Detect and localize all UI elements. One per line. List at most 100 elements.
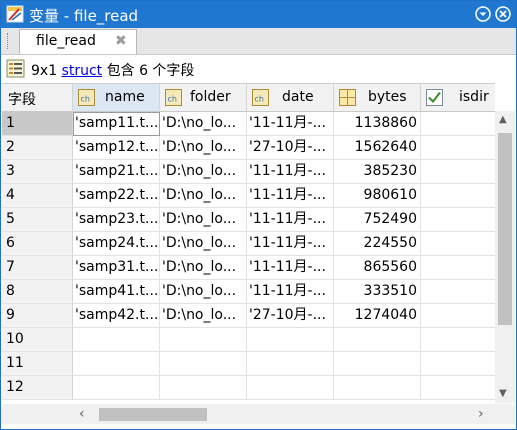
- cell-bytes[interactable]: [334, 376, 421, 400]
- title-bar: 变量 - file_read: [1, 1, 516, 28]
- row-header[interactable]: 7: [2, 256, 73, 280]
- cell-date[interactable]: '27-10月-...: [247, 136, 334, 160]
- cell-bytes[interactable]: 752490: [334, 208, 421, 232]
- row-header[interactable]: 3: [2, 160, 73, 184]
- cell-folder[interactable]: [160, 376, 247, 400]
- cell-name[interactable]: [73, 328, 160, 352]
- cell-folder[interactable]: 'D:\no_lo...: [160, 304, 247, 328]
- scroll-left-icon[interactable]: ‹: [79, 406, 85, 422]
- column-header-bytes[interactable]: bytes: [334, 84, 421, 112]
- column-header-folder[interactable]: ch folder: [160, 84, 247, 112]
- close-icon[interactable]: [495, 6, 511, 22]
- row-header[interactable]: 4: [2, 184, 73, 208]
- column-header-isdir[interactable]: isdir: [421, 84, 495, 112]
- cell-date[interactable]: [247, 352, 334, 376]
- cell-isdir[interactable]: [421, 304, 495, 328]
- cell-folder[interactable]: 'D:\no_lo...: [160, 280, 247, 304]
- cell-date[interactable]: '11-11月-...: [247, 112, 334, 136]
- row-header[interactable]: 9: [2, 304, 73, 328]
- cell-folder[interactable]: [160, 352, 247, 376]
- cell-name[interactable]: 'samp41.t...: [73, 280, 160, 304]
- scroll-right-icon[interactable]: ›: [478, 406, 484, 422]
- cell-name[interactable]: 'samp12.t...: [73, 136, 160, 160]
- cell-date[interactable]: '11-11月-...: [247, 184, 334, 208]
- cell-folder[interactable]: 'D:\no_lo...: [160, 112, 247, 136]
- cell-bytes[interactable]: [334, 328, 421, 352]
- cell-date[interactable]: '11-11月-...: [247, 256, 334, 280]
- column-label: bytes: [368, 89, 407, 105]
- row-header[interactable]: 2: [2, 136, 73, 160]
- row-header[interactable]: 11: [2, 352, 73, 376]
- cell-bytes[interactable]: 1562640: [334, 136, 421, 160]
- cell-isdir[interactable]: [421, 280, 495, 304]
- row-header[interactable]: 1: [2, 112, 73, 136]
- field-count: 包含 6 个字段: [106, 63, 195, 79]
- variable-editor-icon: [6, 5, 24, 23]
- row-header[interactable]: 6: [2, 232, 73, 256]
- cell-bytes[interactable]: 980610: [334, 184, 421, 208]
- cell-isdir[interactable]: [421, 352, 495, 376]
- scroll-down-icon[interactable]: ▼: [499, 388, 507, 399]
- options-menu-icon[interactable]: [475, 6, 491, 22]
- cell-isdir[interactable]: [421, 112, 495, 136]
- cell-bytes[interactable]: [334, 352, 421, 376]
- row-header[interactable]: 5: [2, 208, 73, 232]
- struct-type-link[interactable]: struct: [62, 63, 103, 79]
- horizontal-scroll-thumb[interactable]: [99, 408, 207, 421]
- cell-isdir[interactable]: [421, 232, 495, 256]
- cell-folder[interactable]: 'D:\no_lo...: [160, 208, 247, 232]
- vertical-scrollbar[interactable]: ▲ ▼: [495, 111, 515, 403]
- cell-date[interactable]: [247, 328, 334, 352]
- tab-file-read[interactable]: file_read ✖: [19, 29, 137, 54]
- cell-name[interactable]: 'samp23.t...: [73, 208, 160, 232]
- cell-folder[interactable]: 'D:\no_lo...: [160, 184, 247, 208]
- column-header-date[interactable]: ch date: [247, 84, 334, 112]
- logical-checkbox-icon: [426, 89, 443, 106]
- cell-isdir[interactable]: [421, 328, 495, 352]
- cell-name[interactable]: 'samp21.t...: [73, 160, 160, 184]
- cell-bytes[interactable]: 1138860: [334, 112, 421, 136]
- cell-name[interactable]: [73, 376, 160, 400]
- horizontal-scrollbar[interactable]: ‹ ›: [73, 404, 495, 424]
- cell-bytes[interactable]: 224550: [334, 232, 421, 256]
- variable-editor-window: 变量 - file_read file_read ✖ 9x1 struct 包含…: [0, 0, 517, 430]
- cell-date[interactable]: '27-10月-...: [247, 304, 334, 328]
- row-header[interactable]: 12: [2, 376, 73, 400]
- cell-folder[interactable]: 'D:\no_lo...: [160, 232, 247, 256]
- cell-isdir[interactable]: [421, 136, 495, 160]
- column-label: folder: [190, 89, 231, 105]
- cell-isdir[interactable]: [421, 184, 495, 208]
- cell-name[interactable]: 'samp11.t...: [73, 112, 160, 136]
- scroll-up-icon[interactable]: ▲: [499, 114, 507, 125]
- cell-bytes[interactable]: 1274040: [334, 304, 421, 328]
- cell-folder[interactable]: 'D:\no_lo...: [160, 256, 247, 280]
- cell-bytes[interactable]: 865560: [334, 256, 421, 280]
- vertical-scroll-thumb[interactable]: [498, 133, 512, 325]
- cell-folder[interactable]: 'D:\no_lo...: [160, 136, 247, 160]
- cell-name[interactable]: 'samp24.t...: [73, 232, 160, 256]
- cell-folder[interactable]: 'D:\no_lo...: [160, 160, 247, 184]
- cell-date[interactable]: [247, 376, 334, 400]
- cell-isdir[interactable]: [421, 208, 495, 232]
- cell-bytes[interactable]: 333510: [334, 280, 421, 304]
- cell-isdir[interactable]: [421, 376, 495, 400]
- cell-folder[interactable]: [160, 328, 247, 352]
- cell-isdir[interactable]: [421, 160, 495, 184]
- window-title: 变量 - file_read: [29, 7, 139, 25]
- cell-bytes[interactable]: 385230: [334, 160, 421, 184]
- cell-date[interactable]: '11-11月-...: [247, 232, 334, 256]
- cell-name[interactable]: 'samp31.t...: [73, 256, 160, 280]
- row-header[interactable]: 10: [2, 328, 73, 352]
- cell-name[interactable]: 'samp42.t...: [73, 304, 160, 328]
- cell-date[interactable]: '11-11月-...: [247, 160, 334, 184]
- cell-date[interactable]: '11-11月-...: [247, 280, 334, 304]
- cell-name[interactable]: 'samp22.t...: [73, 184, 160, 208]
- tab-close-icon[interactable]: ✖: [115, 33, 127, 49]
- row-header[interactable]: 8: [2, 280, 73, 304]
- cell-date[interactable]: '11-11月-...: [247, 208, 334, 232]
- cell-isdir[interactable]: [421, 256, 495, 280]
- column-header-name[interactable]: ch name: [73, 84, 160, 112]
- tab-grip[interactable]: [7, 33, 12, 49]
- struct-array-grid: 字段 ch name ch folder ch date bytes isdir…: [2, 83, 495, 404]
- cell-name[interactable]: [73, 352, 160, 376]
